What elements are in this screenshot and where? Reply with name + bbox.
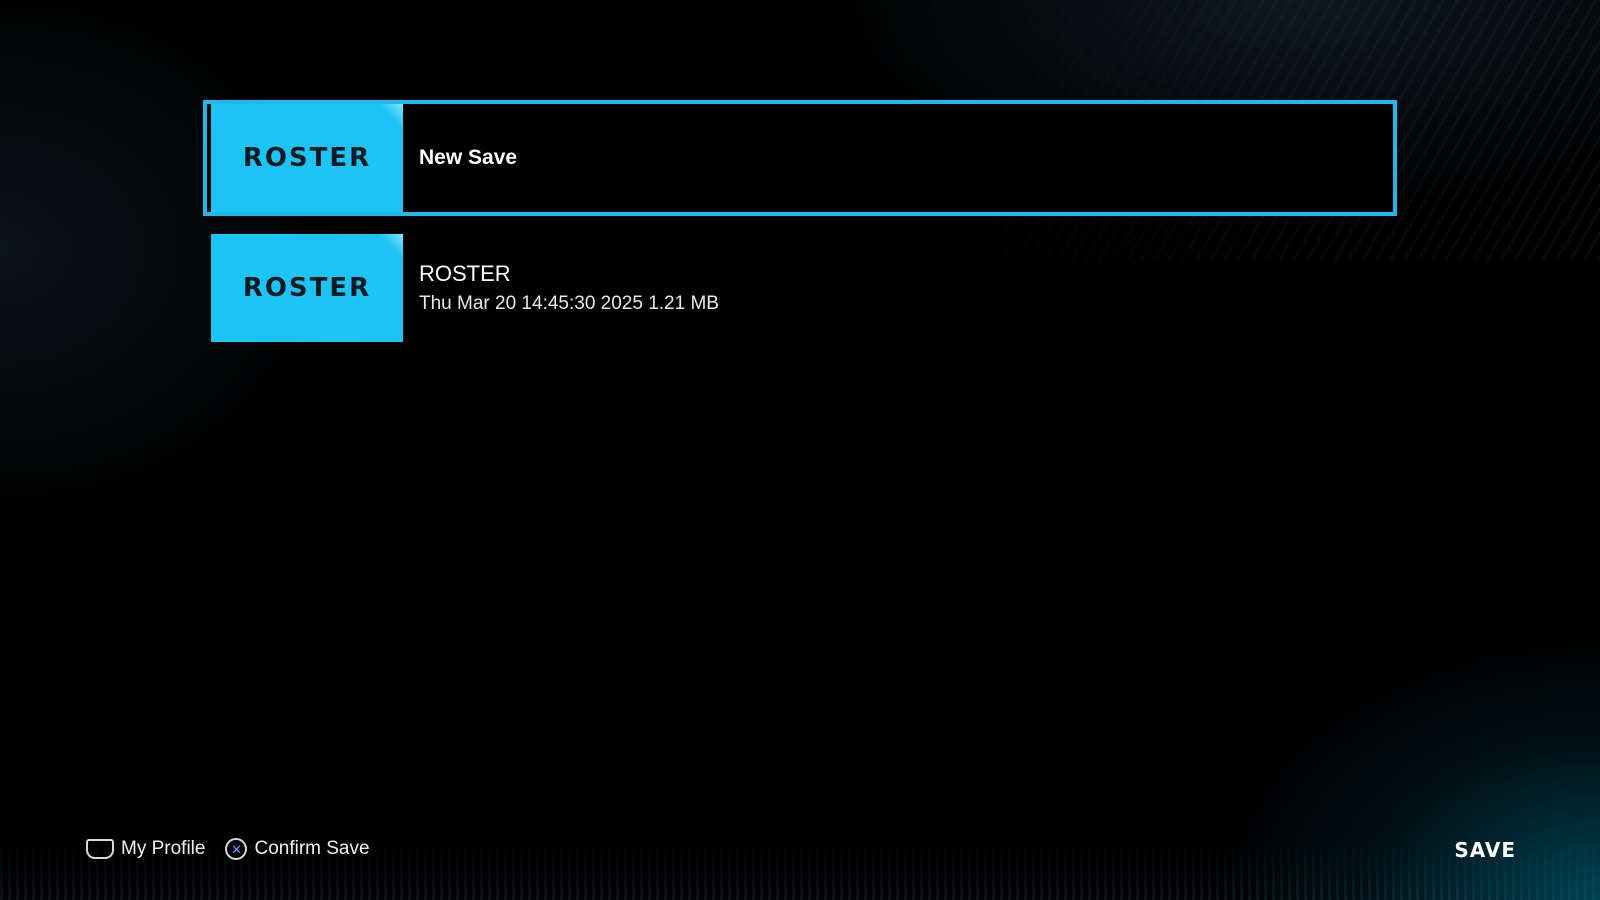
touchpad-icon: [86, 839, 114, 859]
my-profile-label: My Profile: [121, 838, 206, 859]
my-profile-hint[interactable]: My Profile: [86, 838, 205, 860]
save-slot-text: New Save: [419, 146, 517, 170]
save-slot-meta: Thu Mar 20 14:45:30 2025 1.21 MB: [419, 293, 719, 314]
screen-title: SAVE: [1454, 838, 1516, 862]
save-thumbnail: ROSTER: [211, 104, 403, 212]
save-screen: ROSTER New Save ROSTER ROSTER Thu Mar 20…: [0, 0, 1600, 900]
cross-button-icon: ✕: [225, 838, 248, 860]
save-slot-text: ROSTER Thu Mar 20 14:45:30 2025 1.21 MB: [419, 261, 719, 315]
save-slot-title: New Save: [419, 146, 518, 169]
save-slot-roster[interactable]: ROSTER ROSTER Thu Mar 20 14:45:30 2025 1…: [203, 230, 1397, 346]
confirm-save-label: Confirm Save: [254, 838, 370, 859]
confirm-save-hint[interactable]: ✕ Confirm Save: [225, 838, 370, 860]
thumbnail-label: ROSTER: [242, 273, 372, 303]
button-hints: My Profile ✕ Confirm Save: [86, 838, 370, 860]
save-slot-title: ROSTER: [419, 261, 511, 286]
save-list: ROSTER New Save ROSTER ROSTER Thu Mar 20…: [203, 100, 1397, 360]
save-thumbnail: ROSTER: [211, 234, 403, 342]
save-slot-new-save[interactable]: ROSTER New Save: [203, 100, 1397, 216]
thumbnail-label: ROSTER: [242, 143, 372, 173]
